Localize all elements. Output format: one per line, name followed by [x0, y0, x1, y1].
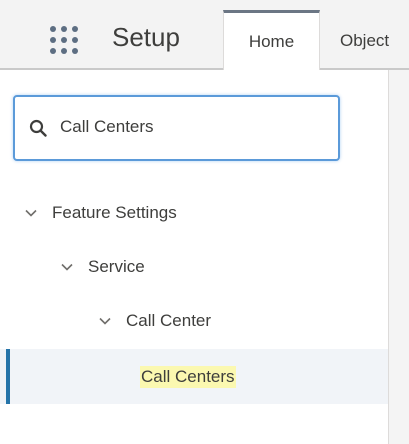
- chevron-down-icon[interactable]: [24, 206, 38, 220]
- tab-object-manager[interactable]: Object: [332, 12, 409, 70]
- tree-item-label: Call Center: [126, 311, 212, 330]
- quick-find-input[interactable]: [60, 112, 330, 142]
- tab-object-label: Object: [340, 31, 390, 50]
- tree-item-call-center[interactable]: Call Center: [98, 294, 211, 348]
- tree-item-label: Service: [88, 257, 145, 276]
- app-launcher-icon[interactable]: [50, 26, 84, 56]
- tree-item-call-centers[interactable]: Call Centers: [140, 349, 236, 404]
- chevron-down-icon[interactable]: [60, 260, 74, 274]
- tab-home[interactable]: Home: [223, 10, 320, 70]
- app-name: Setup: [112, 22, 180, 52]
- tree-item-label: Feature Settings: [52, 203, 177, 222]
- tree-item-service[interactable]: Service: [60, 240, 145, 294]
- selected-row-indicator: [6, 349, 10, 404]
- tree-item-feature-settings[interactable]: Feature Settings: [24, 186, 177, 240]
- chevron-down-icon[interactable]: [98, 314, 112, 328]
- sidebar-scroll-gutter: [388, 70, 409, 444]
- tab-home-label: Home: [248, 31, 295, 51]
- tree-item-label: Call Centers: [140, 365, 236, 388]
- search-icon: [29, 119, 47, 137]
